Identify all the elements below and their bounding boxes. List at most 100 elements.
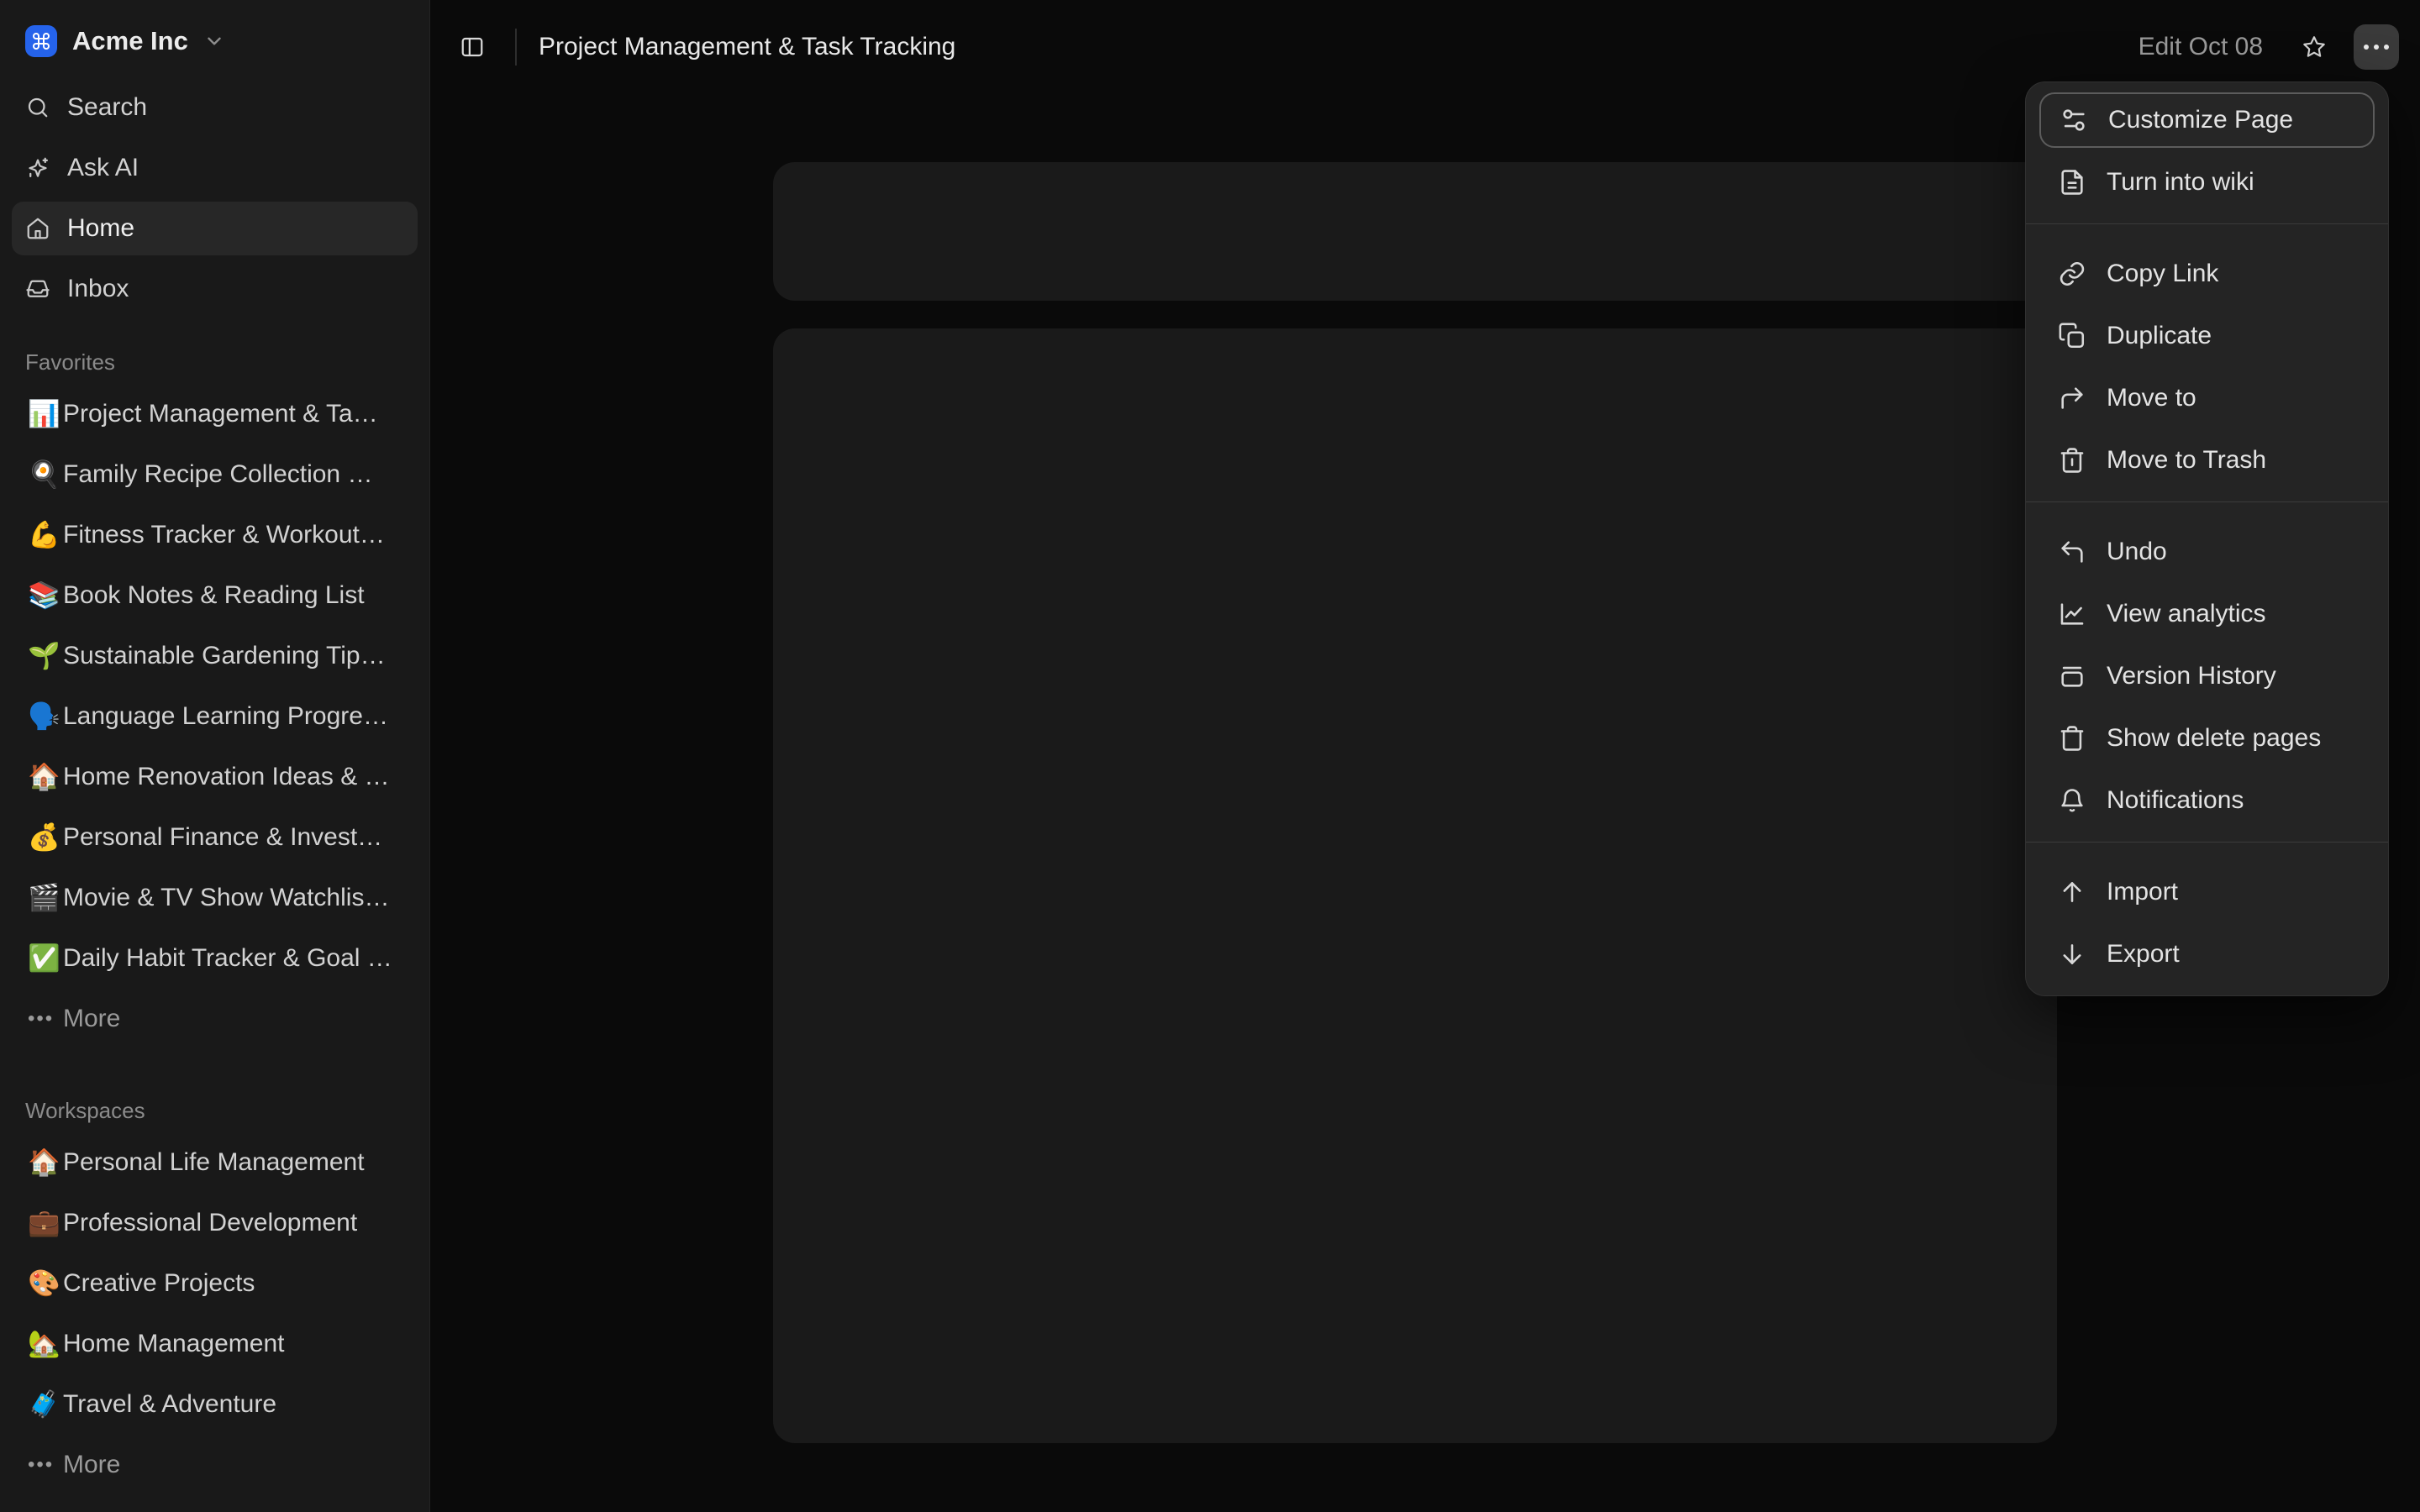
bell-icon <box>2058 786 2086 815</box>
line-chart-icon <box>2058 600 2086 628</box>
sidebar-item-page[interactable]: 💰 Personal Finance & Invest… <box>12 811 418 864</box>
page-options-button[interactable] <box>2354 24 2399 70</box>
page-title-label: Fitness Tracker & Workout… <box>63 521 385 549</box>
menu-item-view-analytics[interactable]: View analytics <box>2039 586 2375 642</box>
sidebar-nav: Search Ask AI Home Inbox <box>0 81 429 316</box>
bar-chart-emoji-icon: 📊 <box>28 402 63 428</box>
briefcase-emoji-icon: 💼 <box>28 1210 63 1236</box>
favorites-more-button[interactable]: ••• More <box>12 992 418 1046</box>
sidebar-item-ask-ai[interactable]: Ask AI <box>12 141 418 195</box>
books-emoji-icon: 📚 <box>28 583 63 609</box>
page-title-label: Personal Finance & Invest… <box>63 823 382 852</box>
sidebar-item-page[interactable]: 🏠 Home Renovation Ideas & … <box>12 750 418 804</box>
menu-item-export[interactable]: Export <box>2039 927 2375 982</box>
menu-item-label: Undo <box>2107 538 2167 566</box>
favorites-heading: Favorites <box>0 349 429 375</box>
menu-item-turn-into-wiki[interactable]: Turn into wiki <box>2039 155 2375 210</box>
toggle-sidebar-button[interactable] <box>453 28 492 66</box>
content-block-main[interactable] <box>773 328 2057 1443</box>
menu-item-label: Customize Page <box>2108 106 2293 134</box>
chevron-down-icon <box>203 30 225 52</box>
sidebar-item-search[interactable]: Search <box>12 81 418 134</box>
muscle-emoji-icon: 💪 <box>28 522 63 549</box>
version-history-icon <box>2058 662 2086 690</box>
workspaces-more-button[interactable]: ••• More <box>12 1438 418 1492</box>
house-emoji-icon: 🏠 <box>28 764 63 790</box>
clapper-emoji-icon: 🎬 <box>28 885 63 911</box>
sidebar-item-page[interactable]: 💪 Fitness Tracker & Workout… <box>12 508 418 562</box>
content-block-top[interactable] <box>773 162 2057 301</box>
sidebar-item-workspace[interactable]: 🏡 Home Management <box>12 1317 418 1371</box>
sidebar: Acme Inc Search Ask AI Home <box>0 0 430 1512</box>
sidebar-item-label: Search <box>67 93 147 122</box>
menu-item-show-delete-pages[interactable]: Show delete pages <box>2039 711 2375 766</box>
luggage-emoji-icon: 🧳 <box>28 1392 63 1418</box>
menu-item-label: Import <box>2107 878 2178 906</box>
file-text-icon <box>2058 168 2086 197</box>
menu-item-label: Move to Trash <box>2107 446 2266 475</box>
home-icon <box>25 216 50 241</box>
sidebar-item-workspace[interactable]: 💼 Professional Development <box>12 1196 418 1250</box>
menu-item-label: Version History <box>2107 662 2276 690</box>
menu-item-label: View analytics <box>2107 600 2266 628</box>
sidebar-item-page[interactable]: 📊 Project Management & Ta… <box>12 387 418 441</box>
sidebar-item-workspace[interactable]: 🏠 Personal Life Management <box>12 1136 418 1189</box>
sidebar-item-inbox[interactable]: Inbox <box>12 262 418 316</box>
menu-item-move-to[interactable]: Move to <box>2039 370 2375 426</box>
menu-item-label: Show delete pages <box>2107 724 2321 753</box>
house-emoji-icon: 🏠 <box>28 1150 63 1176</box>
search-icon <box>25 95 50 120</box>
sidebar-item-page[interactable]: 🍳 Family Recipe Collection … <box>12 448 418 501</box>
sidebar-item-page[interactable]: 🗣️ Language Learning Progre… <box>12 690 418 743</box>
trash-icon <box>2058 724 2086 753</box>
workspace-switcher[interactable]: Acme Inc <box>12 17 418 66</box>
menu-item-label: Turn into wiki <box>2107 168 2254 197</box>
menu-item-import[interactable]: Import <box>2039 864 2375 920</box>
settings-sliders-icon <box>2060 106 2088 134</box>
star-icon <box>2301 34 2328 60</box>
menu-item-move-to-trash[interactable]: Move to Trash <box>2039 433 2375 488</box>
page-title-label: Project Management & Ta… <box>63 400 378 428</box>
page-title-label: Daily Habit Tracker & Goal … <box>63 944 392 973</box>
sidebar-item-home[interactable]: Home <box>12 202 418 255</box>
page-options-menu: Customize Page Turn into wiki Copy Link … <box>2025 81 2389 996</box>
menu-item-label: Copy Link <box>2107 260 2218 288</box>
house-garden-emoji-icon: 🏡 <box>28 1331 63 1357</box>
workspace-title-label: Creative Projects <box>63 1269 255 1298</box>
menu-item-label: Notifications <box>2107 786 2244 815</box>
last-edited-label: Edit Oct 08 <box>2139 33 2263 61</box>
panel-left-icon <box>460 34 485 60</box>
page-title-label: Book Notes & Reading List <box>63 581 365 610</box>
sidebar-item-page[interactable]: 🎬 Movie & TV Show Watchlis… <box>12 871 418 925</box>
menu-item-copy-link[interactable]: Copy Link <box>2039 246 2375 302</box>
sidebar-item-workspace[interactable]: 🧳 Travel & Adventure <box>12 1378 418 1431</box>
menu-item-label: Move to <box>2107 384 2196 412</box>
page-title-label: Family Recipe Collection … <box>63 460 372 489</box>
arrow-down-icon <box>2058 940 2086 969</box>
ellipsis-icon: ••• <box>28 1007 63 1031</box>
link-icon <box>2058 260 2086 288</box>
menu-item-version-history[interactable]: Version History <box>2039 648 2375 704</box>
favorite-star-button[interactable] <box>2295 28 2333 66</box>
menu-item-duplicate[interactable]: Duplicate <box>2039 308 2375 364</box>
sidebar-item-workspace[interactable]: 🎨 Creative Projects <box>12 1257 418 1310</box>
sidebar-item-label: Inbox <box>67 275 129 303</box>
workspace-title-label: Professional Development <box>63 1209 357 1237</box>
seedling-emoji-icon: 🌱 <box>28 643 63 669</box>
page-title-label: Language Learning Progre… <box>63 702 388 731</box>
workspace-title-label: Home Management <box>63 1330 284 1358</box>
sidebar-item-page[interactable]: 📚 Book Notes & Reading List <box>12 569 418 622</box>
sidebar-item-page[interactable]: ✅ Daily Habit Tracker & Goal … <box>12 932 418 985</box>
corner-up-left-icon <box>2058 538 2086 566</box>
menu-item-undo[interactable]: Undo <box>2039 524 2375 580</box>
menu-item-notifications[interactable]: Notifications <box>2039 773 2375 828</box>
trash-icon <box>2058 446 2086 475</box>
menu-item-customize-page[interactable]: Customize Page <box>2039 92 2375 148</box>
copy-icon <box>2058 322 2086 350</box>
workspace-logo-icon <box>25 25 57 57</box>
sidebar-item-page[interactable]: 🌱 Sustainable Gardening Tip… <box>12 629 418 683</box>
money-bag-emoji-icon: 💰 <box>28 825 63 851</box>
check-emoji-icon: ✅ <box>28 946 63 972</box>
palette-emoji-icon: 🎨 <box>28 1271 63 1297</box>
workspace-title-label: Travel & Adventure <box>63 1390 276 1419</box>
